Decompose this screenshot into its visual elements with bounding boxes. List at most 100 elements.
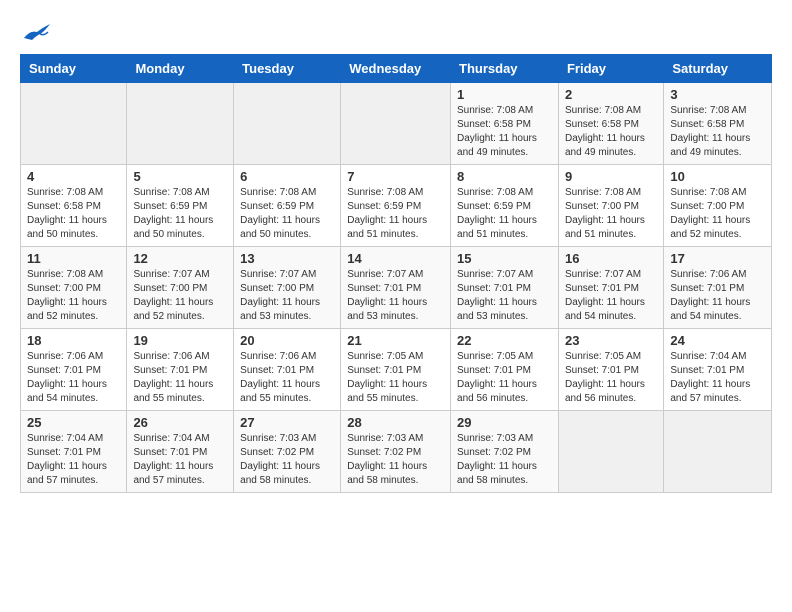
calendar-cell: 7 Sunrise: 7:08 AM Sunset: 6:59 PM Daylig…	[341, 165, 451, 247]
day-info: Sunrise: 7:08 AM Sunset: 6:59 PM Dayligh…	[347, 186, 444, 242]
calendar-header-sunday: Sunday	[21, 55, 127, 83]
day-number: 17	[670, 251, 765, 266]
day-info: Sunrise: 7:08 AM Sunset: 6:58 PM Dayligh…	[565, 104, 657, 160]
calendar-cell: 24 Sunrise: 7:04 AM Sunset: 7:01 PM Dayli…	[664, 329, 772, 411]
calendar-header-monday: Monday	[127, 55, 234, 83]
day-info: Sunrise: 7:03 AM Sunset: 7:02 PM Dayligh…	[240, 432, 334, 488]
day-info: Sunrise: 7:06 AM Sunset: 7:01 PM Dayligh…	[133, 350, 227, 406]
calendar-cell: 15 Sunrise: 7:07 AM Sunset: 7:01 PM Dayli…	[451, 247, 559, 329]
calendar-cell: 19 Sunrise: 7:06 AM Sunset: 7:01 PM Dayli…	[127, 329, 234, 411]
calendar-week-5: 25 Sunrise: 7:04 AM Sunset: 7:01 PM Dayli…	[21, 411, 772, 493]
calendar-cell	[341, 83, 451, 165]
day-info: Sunrise: 7:08 AM Sunset: 6:58 PM Dayligh…	[27, 186, 120, 242]
day-number: 27	[240, 415, 334, 430]
day-info: Sunrise: 7:06 AM Sunset: 7:01 PM Dayligh…	[670, 268, 765, 324]
calendar-week-1: 1 Sunrise: 7:08 AM Sunset: 6:58 PM Daylig…	[21, 83, 772, 165]
calendar-cell: 20 Sunrise: 7:06 AM Sunset: 7:01 PM Dayli…	[234, 329, 341, 411]
calendar-header-friday: Friday	[558, 55, 663, 83]
day-number: 13	[240, 251, 334, 266]
calendar-cell	[558, 411, 663, 493]
calendar-header-wednesday: Wednesday	[341, 55, 451, 83]
calendar-header-thursday: Thursday	[451, 55, 559, 83]
day-number: 28	[347, 415, 444, 430]
day-info: Sunrise: 7:08 AM Sunset: 6:58 PM Dayligh…	[457, 104, 552, 160]
logo	[20, 20, 52, 44]
day-number: 15	[457, 251, 552, 266]
calendar-cell: 4 Sunrise: 7:08 AM Sunset: 6:58 PM Daylig…	[21, 165, 127, 247]
calendar-cell: 27 Sunrise: 7:03 AM Sunset: 7:02 PM Dayli…	[234, 411, 341, 493]
calendar-cell: 9 Sunrise: 7:08 AM Sunset: 7:00 PM Daylig…	[558, 165, 663, 247]
day-number: 7	[347, 169, 444, 184]
calendar-cell: 23Sunrise: 7:05 AM Sunset: 7:01 PM Dayli…	[558, 329, 663, 411]
calendar-cell	[234, 83, 341, 165]
calendar-week-3: 11 Sunrise: 7:08 AM Sunset: 7:00 PM Dayli…	[21, 247, 772, 329]
calendar-cell: 14 Sunrise: 7:07 AM Sunset: 7:01 PM Dayli…	[341, 247, 451, 329]
calendar-cell: 1 Sunrise: 7:08 AM Sunset: 6:58 PM Daylig…	[451, 83, 559, 165]
day-info: Sunrise: 7:05 AM Sunset: 7:01 PM Dayligh…	[457, 350, 552, 406]
day-info: Sunrise: 7:05 AM Sunset: 7:01 PM Dayligh…	[347, 350, 444, 406]
day-number: 8	[457, 169, 552, 184]
day-number: 16	[565, 251, 657, 266]
calendar-cell: 29 Sunrise: 7:03 AM Sunset: 7:02 PM Dayli…	[451, 411, 559, 493]
day-info: Sunrise: 7:07 AM Sunset: 7:01 PM Dayligh…	[347, 268, 444, 324]
day-number: 29	[457, 415, 552, 430]
day-info: Sunrise: 7:08 AM Sunset: 7:00 PM Dayligh…	[670, 186, 765, 242]
calendar-cell: 3 Sunrise: 7:08 AM Sunset: 6:58 PM Daylig…	[664, 83, 772, 165]
day-info: Sunrise: 7:04 AM Sunset: 7:01 PM Dayligh…	[27, 432, 120, 488]
calendar-cell: 11 Sunrise: 7:08 AM Sunset: 7:00 PM Dayli…	[21, 247, 127, 329]
day-number: 14	[347, 251, 444, 266]
day-number: 18	[27, 333, 120, 348]
calendar-cell: 8 Sunrise: 7:08 AM Sunset: 6:59 PM Daylig…	[451, 165, 559, 247]
day-number: 9	[565, 169, 657, 184]
day-info: Sunrise: 7:03 AM Sunset: 7:02 PM Dayligh…	[457, 432, 552, 488]
calendar-week-2: 4 Sunrise: 7:08 AM Sunset: 6:58 PM Daylig…	[21, 165, 772, 247]
day-info: Sunrise: 7:08 AM Sunset: 7:00 PM Dayligh…	[565, 186, 657, 242]
day-info: Sunrise: 7:07 AM Sunset: 7:01 PM Dayligh…	[457, 268, 552, 324]
day-number: 26	[133, 415, 227, 430]
day-number: 12	[133, 251, 227, 266]
day-number: 10	[670, 169, 765, 184]
day-info: Sunrise: 7:04 AM Sunset: 7:01 PM Dayligh…	[133, 432, 227, 488]
day-info: Sunrise: 7:08 AM Sunset: 7:00 PM Dayligh…	[27, 268, 120, 324]
day-info: Sunrise: 7:06 AM Sunset: 7:01 PM Dayligh…	[240, 350, 334, 406]
calendar-cell: 10 Sunrise: 7:08 AM Sunset: 7:00 PM Dayli…	[664, 165, 772, 247]
calendar-week-4: 18 Sunrise: 7:06 AM Sunset: 7:01 PM Dayli…	[21, 329, 772, 411]
day-info: Sunrise: 7:04 AM Sunset: 7:01 PM Dayligh…	[670, 350, 765, 406]
day-number: 4	[27, 169, 120, 184]
calendar-header-tuesday: Tuesday	[234, 55, 341, 83]
day-number: 6	[240, 169, 334, 184]
calendar-cell: 12Sunrise: 7:07 AM Sunset: 7:00 PM Dayli…	[127, 247, 234, 329]
day-number: 22	[457, 333, 552, 348]
calendar-cell: 21 Sunrise: 7:05 AM Sunset: 7:01 PM Dayli…	[341, 329, 451, 411]
calendar-cell	[21, 83, 127, 165]
day-number: 3	[670, 87, 765, 102]
calendar-cell: 6 Sunrise: 7:08 AM Sunset: 6:59 PM Daylig…	[234, 165, 341, 247]
day-number: 2	[565, 87, 657, 102]
day-info: Sunrise: 7:08 AM Sunset: 6:58 PM Dayligh…	[670, 104, 765, 160]
day-number: 1	[457, 87, 552, 102]
calendar-cell: 26 Sunrise: 7:04 AM Sunset: 7:01 PM Dayli…	[127, 411, 234, 493]
calendar-cell: 22 Sunrise: 7:05 AM Sunset: 7:01 PM Dayli…	[451, 329, 559, 411]
day-number: 21	[347, 333, 444, 348]
calendar-cell: 2 Sunrise: 7:08 AM Sunset: 6:58 PM Daylig…	[558, 83, 663, 165]
day-info: Sunrise: 7:08 AM Sunset: 6:59 PM Dayligh…	[457, 186, 552, 242]
day-number: 25	[27, 415, 120, 430]
day-number: 19	[133, 333, 227, 348]
calendar-cell	[664, 411, 772, 493]
day-info: Sunrise: 7:06 AM Sunset: 7:01 PM Dayligh…	[27, 350, 120, 406]
day-number: 24	[670, 333, 765, 348]
day-info: Sunrise: 7:03 AM Sunset: 7:02 PM Dayligh…	[347, 432, 444, 488]
calendar-cell	[127, 83, 234, 165]
calendar-cell: 16 Sunrise: 7:07 AM Sunset: 7:01 PM Dayli…	[558, 247, 663, 329]
calendar-header-saturday: Saturday	[664, 55, 772, 83]
calendar-cell: 13 Sunrise: 7:07 AM Sunset: 7:00 PM Dayli…	[234, 247, 341, 329]
calendar-header-row: SundayMondayTuesdayWednesdayThursdayFrid…	[21, 55, 772, 83]
day-info: Sunrise: 7:07 AM Sunset: 7:01 PM Dayligh…	[565, 268, 657, 324]
day-info: Sunrise: 7:08 AM Sunset: 6:59 PM Dayligh…	[240, 186, 334, 242]
day-number: 5	[133, 169, 227, 184]
day-info: Sunrise: 7:05 AM Sunset: 7:01 PM Dayligh…	[565, 350, 657, 406]
calendar-table: SundayMondayTuesdayWednesdayThursdayFrid…	[20, 54, 772, 493]
day-info: Sunrise: 7:07 AM Sunset: 7:00 PM Dayligh…	[240, 268, 334, 324]
day-number: 20	[240, 333, 334, 348]
day-number: 11	[27, 251, 120, 266]
